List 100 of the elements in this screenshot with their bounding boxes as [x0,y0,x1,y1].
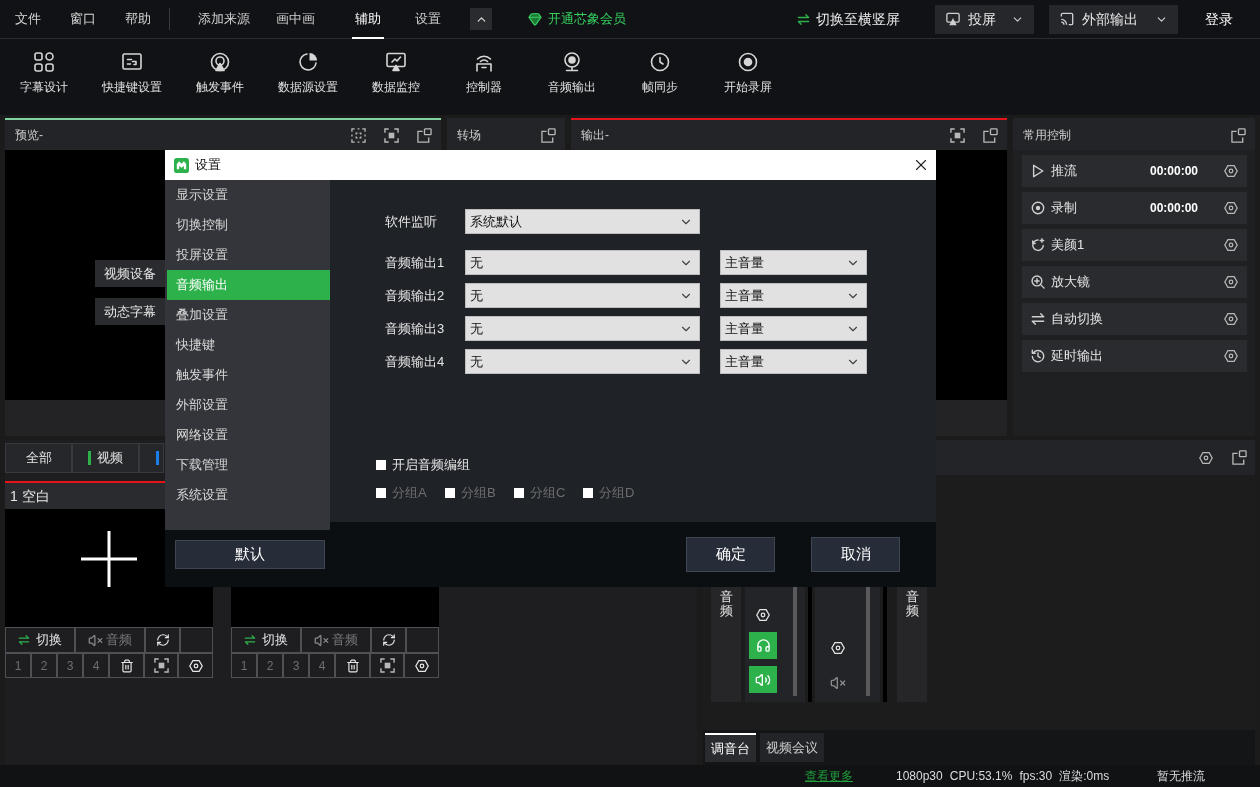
settings-nav-item[interactable]: 触发事件 [167,360,330,390]
menu-tab[interactable]: 添加来源 [186,0,262,38]
control-item[interactable]: 自动切换 [1022,303,1247,335]
panel-title: 预览- [15,127,43,144]
output-dropdown[interactable]: 外部输出 [1049,4,1178,34]
cancel-button[interactable]: 取消 [811,537,900,572]
panel-tab[interactable]: 视频会议 [760,733,824,762]
swap-arrows-icon [1031,312,1045,326]
ok-button[interactable]: 确定 [686,537,775,572]
control-item[interactable]: 录制 00:00:00 [1022,192,1247,224]
popout-icon[interactable] [1232,450,1247,465]
control-item[interactable]: 放大镜 [1022,266,1247,298]
popout-icon[interactable] [983,127,998,143]
menu-tab[interactable]: 辅助 [328,0,408,38]
settings-nav-item[interactable]: 叠加设置 [167,300,330,330]
headphones-icon [755,638,771,653]
toolbar-button[interactable]: 控制器 [440,39,528,115]
switch-button[interactable]: 切换 [231,627,301,653]
settings-icon[interactable] [1224,312,1238,326]
toolbar-button[interactable]: 开始录屏 [704,39,792,115]
panel-tab[interactable]: 调音台 [705,733,756,762]
filter-tab[interactable]: 视频 [72,443,139,473]
card-settings-button[interactable] [178,653,213,678]
toolbar-button[interactable]: 音频输出 [528,39,616,115]
switch-button[interactable]: 切换 [5,627,75,653]
toolbar-button[interactable]: 数据源设置 [264,39,352,115]
focus-button[interactable] [144,653,178,678]
settings-nav-item[interactable]: 快捷键 [167,330,330,360]
checkbox[interactable] [376,460,386,470]
focus-frame-icon[interactable] [384,127,399,143]
filter-tab[interactable] [139,443,164,473]
popout-icon[interactable] [1231,127,1246,143]
card-settings-button[interactable] [404,653,439,678]
menu-item[interactable]: 帮助 [110,0,165,38]
mute-icon [88,632,103,648]
focus-frame-icon[interactable] [950,127,965,143]
settings-nav-item[interactable]: 投屏设置 [167,240,330,270]
orientation-button[interactable]: 切换至横竖屏 [797,8,900,30]
mute-icon [314,632,329,648]
plus-icon [81,531,137,587]
settings-nav-item[interactable]: 网络设置 [167,420,330,450]
focus-button[interactable] [370,653,404,678]
filter-tab[interactable]: 全部 [5,443,72,473]
login-button[interactable]: 登录 [1178,0,1260,38]
settings-icon[interactable] [1224,275,1238,289]
focus-frame-icon [153,658,169,673]
cast-dropdown[interactable]: 投屏 [935,4,1034,34]
swap-arrows-icon [797,13,810,25]
speaker-icon [755,671,771,688]
collapse-button[interactable] [470,8,492,30]
trash-icon [119,658,134,673]
toolbar-button[interactable]: 字幕设计 [0,39,88,115]
toolbar-button[interactable]: 帧同步 [616,39,704,115]
settings-icon[interactable] [1224,349,1238,363]
settings-nav-item[interactable]: 系统设置 [167,480,330,510]
settings-icon[interactable] [1199,450,1213,465]
checkbox-label: 分组A [392,484,427,503]
swap-arrows-icon [18,635,30,645]
webcam-icon [562,52,582,72]
refresh-button[interactable] [371,627,406,653]
refresh-button[interactable] [145,627,180,653]
source-button[interactable]: 视频设备 [95,260,165,287]
speaker-button[interactable] [749,666,777,693]
mute-icon[interactable] [830,675,846,691]
membership-link[interactable]: 开通芯象会员 [528,9,626,29]
more-link[interactable]: 查看更多 [805,767,853,785]
delete-button[interactable] [335,653,370,678]
scan-icon[interactable] [351,127,366,143]
control-item[interactable]: 推流 00:00:00 [1022,155,1247,187]
settings-icon[interactable] [1224,201,1238,215]
toolbar-button[interactable]: 快捷键设置 [88,39,176,115]
volume-slider-track[interactable] [793,587,797,696]
control-item[interactable]: 延时输出 [1022,340,1247,372]
toolbar-button[interactable]: 触发事件 [176,39,264,115]
menu-item[interactable]: 文件 [0,0,55,38]
settings-nav-item[interactable]: 显示设置 [167,180,330,210]
checkbox-label: 开启音频编组 [392,456,470,475]
control-label: 自动切换 [1051,310,1103,329]
audio-button[interactable]: 音频 [75,627,145,653]
settings-nav-item[interactable]: 外部设置 [167,390,330,420]
default-button[interactable]: 默认 [175,540,325,569]
menu-item[interactable]: 窗口 [55,0,110,38]
menu-tab[interactable]: 画中画 [262,0,328,38]
settings-icon[interactable] [1224,164,1238,178]
control-item[interactable]: 美颜1 [1022,229,1247,261]
settings-icon[interactable] [1224,238,1238,252]
checkbox-label: 分组D [599,484,635,503]
toolbar-button[interactable]: 数据监控 [352,39,440,115]
settings-nav-item[interactable]: 下载管理 [167,450,330,480]
audio-button[interactable]: 音频 [301,627,371,653]
menu-tab[interactable]: 设置 [408,0,448,38]
volume-slider-track[interactable] [866,587,870,696]
control-label: 美颜1 [1051,236,1085,255]
popout-icon[interactable] [541,127,556,143]
source-button[interactable]: 动态字幕 [95,298,165,325]
card-title: 1 空白 [10,486,50,506]
delete-button[interactable] [109,653,144,678]
popout-icon[interactable] [417,127,432,143]
status-text: fps:30 [1019,768,1053,785]
settings-nav-item[interactable]: 切换控制 [167,210,330,240]
